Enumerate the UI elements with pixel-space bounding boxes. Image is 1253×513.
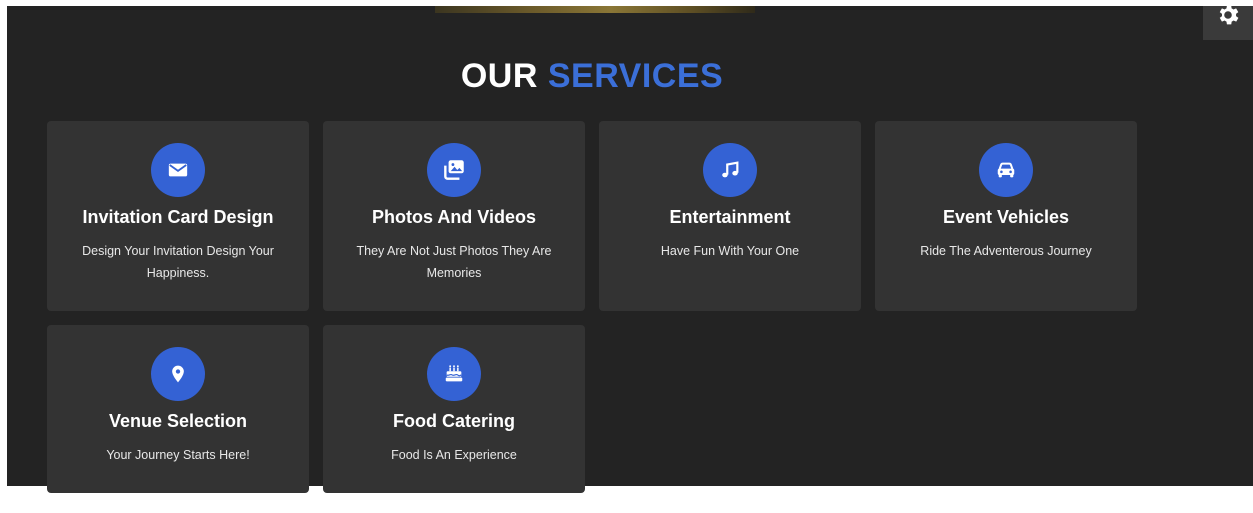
title-word-services: SERVICES <box>547 57 724 95</box>
photo-gallery-icon <box>444 160 464 180</box>
services-section: OUR SERVICES Invitation Card Design Desi… <box>7 5 1253 493</box>
music-note-icon <box>722 161 739 178</box>
birthday-cake-icon <box>445 365 463 382</box>
envelope-icon <box>168 163 188 177</box>
service-card-venue[interactable]: Venue Selection Your Journey Starts Here… <box>47 325 309 493</box>
service-title: Photos And Videos <box>371 207 536 227</box>
icon-circle <box>151 347 205 401</box>
service-description: Ride The Adventerous Journey <box>920 244 1092 258</box>
icon-circle <box>427 143 481 197</box>
settings-button[interactable] <box>1203 5 1253 40</box>
service-title: Venue Selection <box>108 411 248 431</box>
service-description: Food Is An Experience <box>391 448 517 462</box>
service-title: Event Vehicles <box>942 207 1070 227</box>
service-title: Invitation Card Design <box>82 207 274 227</box>
car-icon <box>997 162 1015 178</box>
service-card-catering[interactable]: Food Catering Food Is An Experience <box>323 325 585 493</box>
section-title: OUR SERVICES <box>7 56 1177 96</box>
service-card-photos[interactable]: Photos And Videos They Are Not Just Phot… <box>323 121 585 311</box>
service-description: Have Fun With Your One <box>660 244 800 258</box>
service-card-vehicles[interactable]: Event Vehicles Ride The Adventerous Jour… <box>875 121 1137 311</box>
service-description: Design Your Invitation Design Your Happi… <box>82 244 274 280</box>
icon-circle <box>427 347 481 401</box>
banner-image-edge <box>435 6 755 13</box>
service-title: Food Catering <box>393 411 515 431</box>
icon-circle <box>979 143 1033 197</box>
icon-circle <box>703 143 757 197</box>
service-description: Your Journey Starts Here! <box>106 448 250 462</box>
title-word-our: OUR <box>460 57 538 95</box>
map-pin-icon <box>172 365 184 383</box>
icon-circle <box>151 143 205 197</box>
service-card-entertainment[interactable]: Entertainment Have Fun With Your One <box>599 121 861 311</box>
service-description: They Are Not Just Photos They Are Memori… <box>356 244 552 280</box>
service-card-invitation[interactable]: Invitation Card Design Design Your Invit… <box>47 121 309 311</box>
service-title: Entertainment <box>669 207 791 227</box>
gear-icon <box>1219 5 1239 25</box>
